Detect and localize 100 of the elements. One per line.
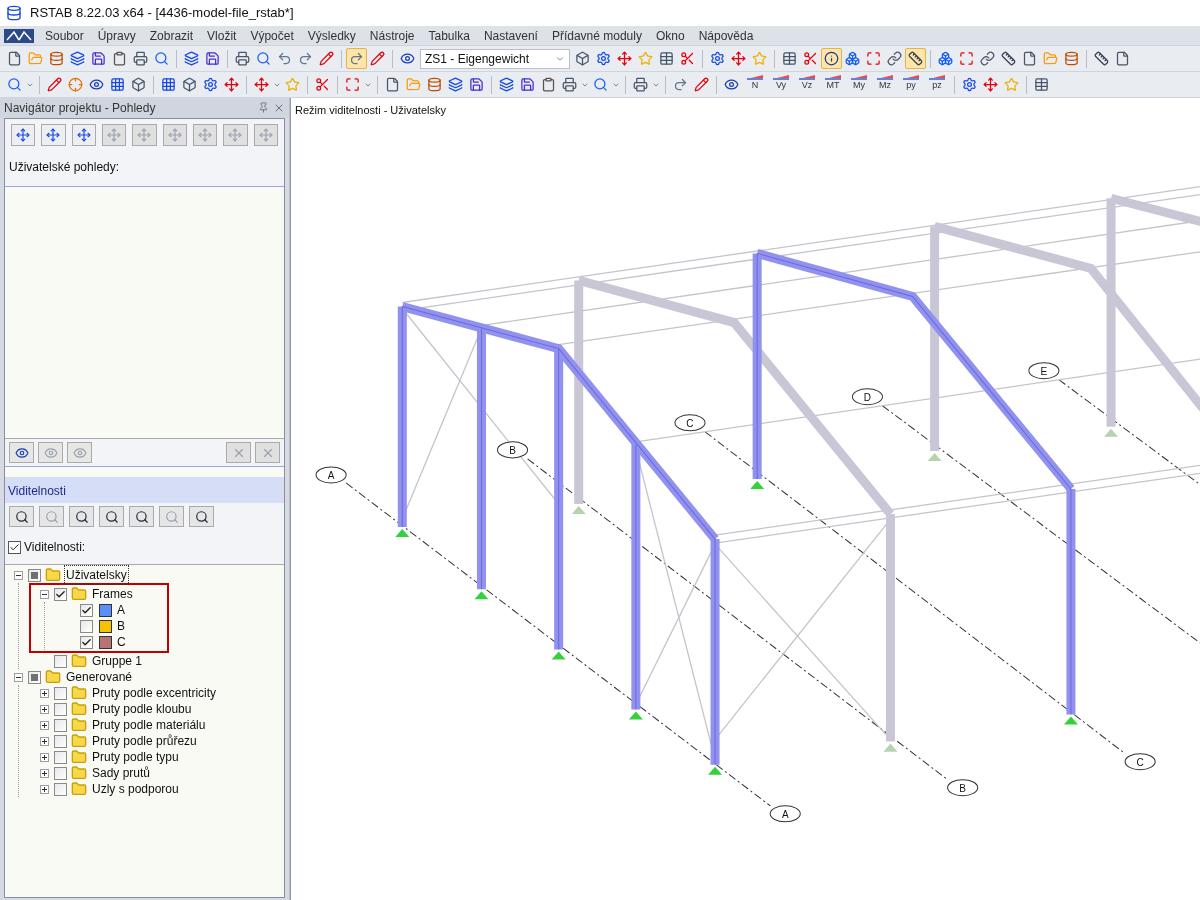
toolbar-button[interactable] xyxy=(884,48,905,69)
tree-checkbox[interactable] xyxy=(28,670,41,684)
folder-icon xyxy=(71,586,87,602)
toolbar-button[interactable]: My xyxy=(846,74,872,95)
folder-icon xyxy=(1043,51,1058,66)
menu-item[interactable]: Soubor xyxy=(38,26,91,45)
tree-checkbox[interactable] xyxy=(54,587,67,601)
toolbar-button[interactable]: py xyxy=(898,74,924,95)
pin-icon[interactable] xyxy=(258,102,269,113)
frame-icon xyxy=(345,77,360,92)
menu-item[interactable]: Tabulka xyxy=(421,26,477,45)
tree-item-label[interactable]: Pruty podle materiálu xyxy=(91,716,207,734)
visibility-button[interactable] xyxy=(9,506,34,527)
tree-checkbox[interactable] xyxy=(54,718,67,732)
folder-icon xyxy=(71,749,87,765)
frame-icon xyxy=(866,51,881,66)
expand-toggle[interactable] xyxy=(40,784,49,794)
toolbar-button[interactable] xyxy=(821,48,842,69)
tree-item-label[interactable]: Uživatelsky xyxy=(65,566,128,584)
toolbar-button[interactable]: Vz xyxy=(794,74,820,95)
expand-toggle[interactable] xyxy=(40,752,49,762)
load-case-dropdown[interactable]: ZS1 - Eigengewicht xyxy=(420,48,570,69)
tree-checkbox[interactable] xyxy=(54,702,67,716)
frame-icon xyxy=(959,51,974,66)
close-icon[interactable] xyxy=(273,102,285,114)
check-icon xyxy=(81,604,92,616)
visibility-checkbox[interactable] xyxy=(8,540,21,554)
tree-item-label[interactable]: Uzly s podporou xyxy=(91,780,180,798)
tree-checkbox[interactable] xyxy=(54,734,67,748)
menu-item[interactable]: Nápověda xyxy=(691,26,761,45)
collapse-toggle[interactable] xyxy=(40,589,49,599)
undo-icon xyxy=(277,51,292,66)
check-icon xyxy=(55,588,66,600)
menu-item[interactable]: Okno xyxy=(648,26,692,45)
view-button[interactable] xyxy=(11,124,36,146)
scissors-icon xyxy=(680,51,695,66)
folder-icon xyxy=(71,765,87,781)
tree-item-label[interactable]: Pruty podle průřezu xyxy=(91,732,198,750)
tree-checkbox[interactable] xyxy=(54,750,67,764)
visibility-button[interactable] xyxy=(69,506,94,527)
tree-item-label[interactable]: Generované xyxy=(65,668,134,686)
toolbar-button[interactable]: Mz xyxy=(872,74,898,95)
visibility-button[interactable] xyxy=(129,506,154,527)
file-icon xyxy=(7,51,22,66)
move-icon xyxy=(254,77,269,92)
expand-toggle[interactable] xyxy=(40,688,49,698)
tree-checkbox[interactable] xyxy=(80,619,93,633)
axis-label-bubble: A xyxy=(315,466,347,484)
tree-item-label[interactable]: Pruty podle typu xyxy=(91,748,180,766)
visibility-button[interactable] xyxy=(189,506,214,527)
tree-item-label[interactable]: Sady prutů xyxy=(91,764,152,782)
menu-item[interactable]: Přídavné moduly xyxy=(544,26,649,45)
tree-item-label[interactable]: Pruty podle excentricity xyxy=(91,684,218,702)
tree-item-label[interactable]: C xyxy=(116,633,127,651)
menu-item[interactable]: Výsledky xyxy=(300,26,363,45)
toolbar-button[interactable] xyxy=(977,48,998,69)
view-button[interactable] xyxy=(41,124,66,146)
menu-item[interactable]: Výpočet xyxy=(243,26,301,45)
tree-item-label[interactable]: Frames xyxy=(91,585,134,603)
tree-item-label[interactable]: Pruty podle kloubu xyxy=(91,700,193,718)
tree-item-label[interactable]: B xyxy=(116,617,126,635)
toolbar-button[interactable] xyxy=(905,48,926,69)
menu-item[interactable]: Vložit xyxy=(200,26,244,45)
expand-toggle[interactable] xyxy=(40,720,49,730)
toolbar-button[interactable]: pz xyxy=(924,74,950,95)
redo-icon xyxy=(673,77,688,92)
ruler-icon xyxy=(1001,51,1016,66)
menu-item[interactable]: Nástroje xyxy=(362,26,422,45)
collapse-toggle[interactable] xyxy=(14,672,23,682)
collapse-toggle[interactable] xyxy=(14,570,23,580)
expand-toggle[interactable] xyxy=(40,768,49,778)
view-action-button[interactable] xyxy=(9,442,34,463)
pencil-icon xyxy=(319,51,334,66)
folder-icon xyxy=(71,717,87,733)
view-button[interactable] xyxy=(71,124,96,146)
ruler-icon xyxy=(1094,51,1109,66)
visibility-button[interactable] xyxy=(99,506,124,527)
move-icon xyxy=(983,77,998,92)
toolbar-button[interactable]: N xyxy=(742,74,768,95)
tree-item-label[interactable]: Gruppe 1 xyxy=(91,652,144,670)
tree-checkbox[interactable] xyxy=(54,686,67,700)
menu-item[interactable]: Úpravy xyxy=(90,26,143,45)
tree-item-label[interactable]: A xyxy=(116,601,126,619)
tree-checkbox[interactable] xyxy=(28,568,41,582)
tree-checkbox[interactable] xyxy=(80,603,93,617)
tree-checkbox[interactable] xyxy=(54,766,67,780)
tree-checkbox[interactable] xyxy=(54,782,67,796)
expand-toggle[interactable] xyxy=(40,704,49,714)
toolbar-button[interactable]: Vy xyxy=(768,74,794,95)
save-icon xyxy=(205,51,220,66)
toolbar-button[interactable]: MT xyxy=(820,74,846,95)
menu-item[interactable]: Zobrazit xyxy=(142,26,201,45)
pencil-icon xyxy=(694,77,709,92)
tree-checkbox[interactable] xyxy=(54,654,67,668)
expand-toggle[interactable] xyxy=(40,736,49,746)
toolbar-button[interactable] xyxy=(346,48,367,69)
star-icon xyxy=(752,51,767,66)
eye-icon xyxy=(89,77,104,92)
menu-item[interactable]: Nastavení xyxy=(476,26,545,45)
tree-checkbox[interactable] xyxy=(80,635,93,649)
